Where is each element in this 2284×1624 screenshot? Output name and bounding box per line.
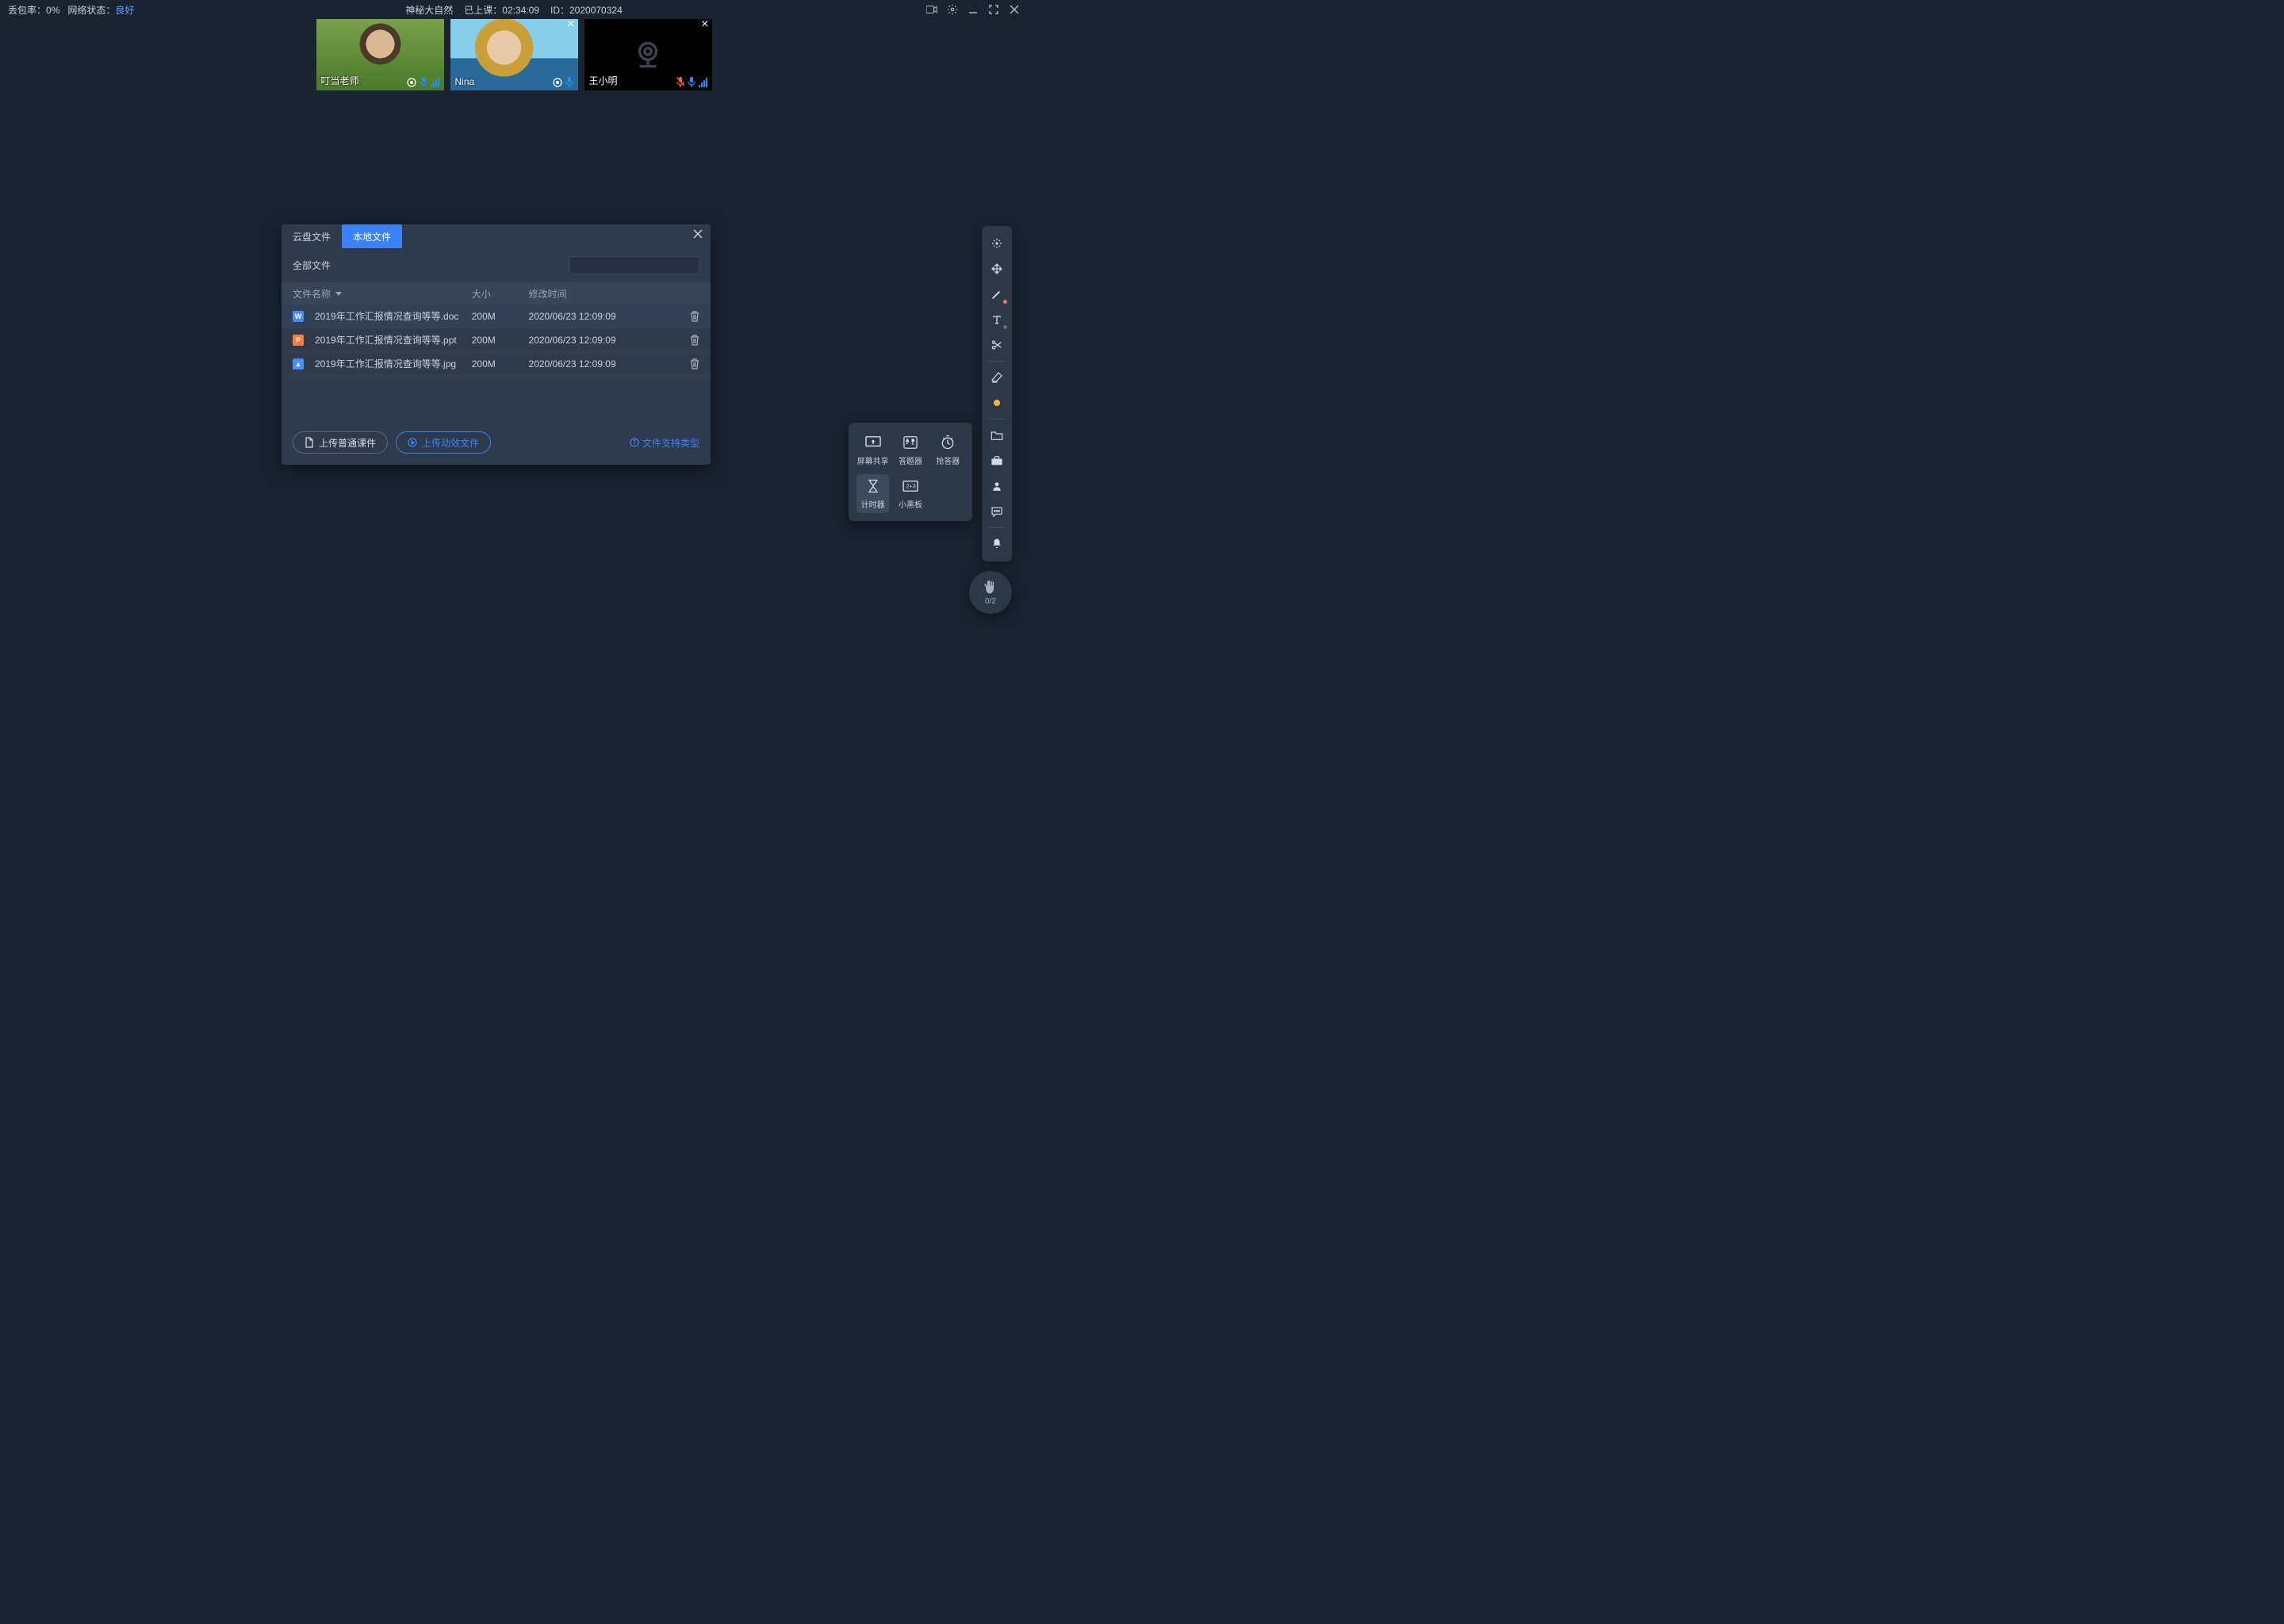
pen-tool[interactable] <box>985 283 1009 305</box>
class-title: 神秘大自然 <box>405 3 453 17</box>
scissors-tool[interactable] <box>985 334 1009 356</box>
delete-icon[interactable] <box>690 311 699 322</box>
file-name: 2019年工作汇报情况查询等等.jpg <box>315 357 456 370</box>
file-mtime: 2020/06/23 12:09:09 <box>529 358 667 370</box>
tools-popup: 屏幕共享 AB 答题器 抢答器 计时器 2+3 小黑板 <box>849 423 972 521</box>
info-icon <box>630 438 639 447</box>
file-size: 200M <box>472 335 529 346</box>
file-size: 200M <box>472 358 529 370</box>
volume-meter <box>699 78 707 87</box>
sort-icon <box>335 292 342 296</box>
record-icon[interactable] <box>926 4 937 15</box>
tool-blackboard[interactable]: 2+3 小黑板 <box>894 474 926 513</box>
upload-animated-button[interactable]: 上传动效文件 <box>396 431 491 454</box>
file-mtime: 2020/06/23 12:09:09 <box>529 335 667 346</box>
tab-cloud-files[interactable]: 云盘文件 <box>282 224 342 248</box>
toolbox-tool[interactable] <box>985 450 1009 472</box>
video-tile-student[interactable]: × Nina <box>450 19 578 90</box>
search-input[interactable] <box>569 256 699 274</box>
minimize-icon[interactable] <box>968 4 979 15</box>
modal-close-icon[interactable] <box>693 229 703 239</box>
mic-muted-icon <box>676 76 684 87</box>
file-name: 2019年工作汇报情况查询等等.ppt <box>315 333 457 347</box>
file-name: 2019年工作汇报情况查询等等.doc <box>315 309 458 323</box>
file-size: 200M <box>472 311 529 322</box>
volume-meter <box>431 78 439 87</box>
camera-status-icon <box>553 78 562 87</box>
settings-icon[interactable] <box>947 4 958 15</box>
eraser-tool[interactable] <box>985 366 1009 389</box>
video-strip: 叮当老师 × Nina × 王小明 <box>0 19 1028 90</box>
file-modal: 云盘文件 本地文件 全部文件 文件名称 大小 修改时间 W 2019年工作汇报情况… <box>282 224 711 465</box>
play-icon <box>408 438 417 447</box>
video-close-icon[interactable]: × <box>567 19 574 30</box>
class-time: 已上课：02:34:09 <box>464 3 539 17</box>
hand-count: 0/2 <box>985 597 996 606</box>
filetype-icon: ▲ <box>293 358 304 370</box>
svg-text:2+3: 2+3 <box>906 484 916 490</box>
right-toolbar <box>982 226 1012 561</box>
raise-hand-button[interactable]: 0/2 <box>969 571 1012 614</box>
top-bar: 丢包率：0% 网络状态：良好 神秘大自然 已上课：02:34:09 ID：202… <box>0 0 1028 19</box>
svg-text:B: B <box>912 439 914 442</box>
video-tile-student[interactable]: × 王小明 <box>584 19 712 90</box>
mic-icon <box>688 76 696 87</box>
video-close-icon[interactable]: × <box>701 19 708 30</box>
camera-off-icon <box>628 35 668 75</box>
svg-text:A: A <box>906 439 909 442</box>
col-name[interactable]: 文件名称 <box>293 287 472 301</box>
shape-tool[interactable] <box>985 392 1009 414</box>
hand-icon <box>983 580 998 596</box>
search-field[interactable] <box>581 260 703 271</box>
table-row[interactable]: W 2019年工作汇报情况查询等等.doc 200M2020/06/23 12:09… <box>282 304 711 328</box>
network-status: 网络状态：良好 <box>67 3 134 17</box>
supported-types-link[interactable]: 文件支持类型 <box>630 436 699 450</box>
video-tile-teacher[interactable]: 叮当老师 <box>316 19 444 90</box>
filetype-icon: P <box>293 335 304 346</box>
close-icon[interactable] <box>1009 4 1020 15</box>
class-id: ID：2020070324 <box>550 3 623 17</box>
laser-pointer-tool[interactable] <box>985 232 1009 255</box>
user-tool[interactable] <box>985 475 1009 497</box>
delete-icon[interactable] <box>690 335 699 346</box>
filetype-icon: W <box>293 311 304 322</box>
bell-tool[interactable] <box>985 533 1009 555</box>
tool-timer[interactable]: 计时器 <box>856 474 889 513</box>
tool-rush-answer[interactable]: 抢答器 <box>932 431 964 469</box>
tool-answer-device[interactable]: AB 答题器 <box>894 431 926 469</box>
move-tool[interactable] <box>985 258 1009 280</box>
chat-tool[interactable] <box>985 500 1009 523</box>
tool-screen-share[interactable]: 屏幕共享 <box>856 431 889 469</box>
table-row[interactable]: P 2019年工作汇报情况查询等等.ppt 200M2020/06/23 12:09… <box>282 328 711 352</box>
file-icon <box>305 437 314 448</box>
packet-loss: 丢包率：0% <box>8 3 59 17</box>
fullscreen-icon[interactable] <box>988 4 999 15</box>
camera-status-icon <box>407 78 416 87</box>
col-mtime[interactable]: 修改时间 <box>529 287 667 301</box>
mic-icon <box>565 76 573 87</box>
breadcrumb[interactable]: 全部文件 <box>293 259 331 272</box>
upload-normal-button[interactable]: 上传普通课件 <box>293 431 388 454</box>
file-mtime: 2020/06/23 12:09:09 <box>529 311 667 322</box>
table-header: 文件名称 大小 修改时间 <box>282 282 711 304</box>
delete-icon[interactable] <box>690 358 699 370</box>
video-name-label: 王小明 <box>589 74 618 87</box>
video-name-label: Nina <box>455 76 475 87</box>
text-tool[interactable] <box>985 308 1009 331</box>
col-size[interactable]: 大小 <box>472 287 529 301</box>
table-row[interactable]: ▲ 2019年工作汇报情况查询等等.jpg 200M2020/06/23 12:09… <box>282 352 711 376</box>
video-name-label: 叮当老师 <box>321 74 359 87</box>
folder-tool[interactable] <box>985 424 1009 446</box>
tab-local-files[interactable]: 本地文件 <box>342 224 402 248</box>
mic-icon <box>420 76 427 87</box>
